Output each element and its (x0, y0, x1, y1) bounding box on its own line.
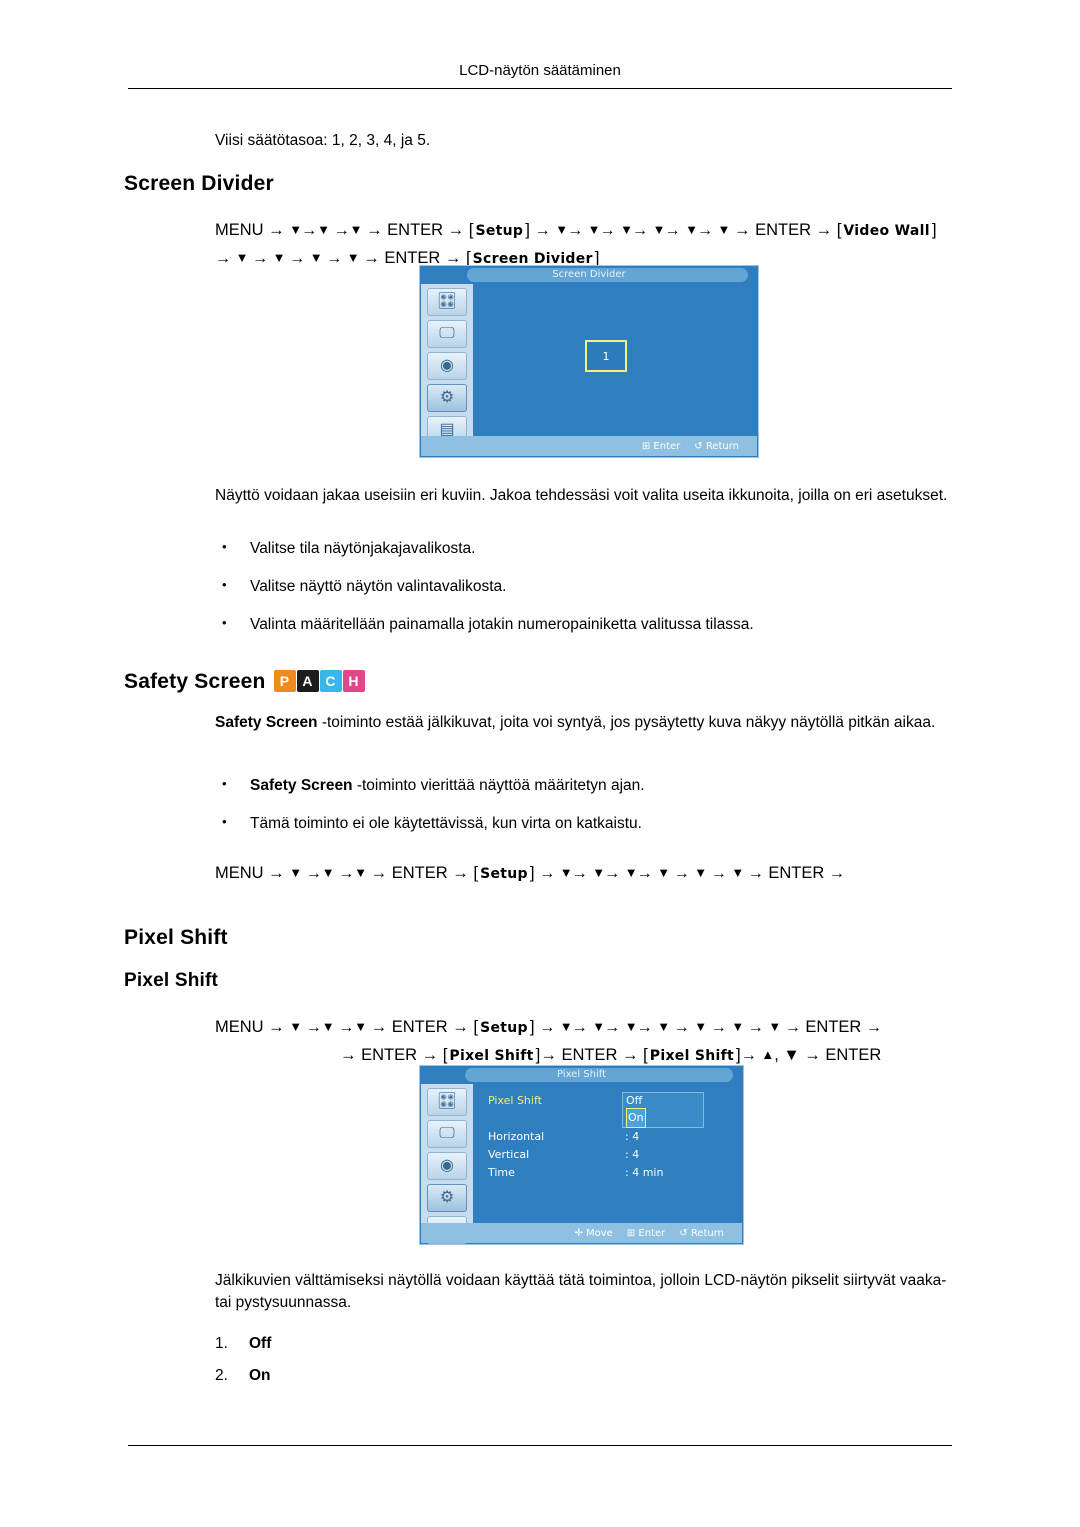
osd-row-value: : 4 (625, 1148, 640, 1161)
heading-screen-divider: Screen Divider (124, 172, 274, 195)
badge-p: P (273, 670, 296, 692)
path-text: → ENTER → (540, 1046, 639, 1064)
osd-icon-screen[interactable]: 🖵 (427, 320, 467, 348)
osd-footer-enter: ⊞ Enter (641, 440, 681, 452)
down-arrow-icon: ▼ (289, 222, 302, 237)
label-setup: Setup (475, 223, 524, 239)
picture-icon: 🎛 (436, 293, 458, 310)
monitor-icon: 🖵 (439, 325, 455, 342)
menu-path-pixel-shift-line1: MENU → ▼ →▼ →▼ → ENTER → [Setup] → ▼→ ▼→… (215, 1014, 975, 1041)
osd-option-on[interactable]: On (626, 1108, 646, 1128)
list-number: 1. (215, 1335, 228, 1352)
heading-pixel-shift: Pixel Shift (124, 926, 228, 949)
subheading-pixel-shift: Pixel Shift (124, 970, 219, 991)
badge-c: C (319, 670, 342, 692)
osd-row-time[interactable]: Time : 4 min (482, 1164, 737, 1182)
osd-title: Screen Divider (552, 269, 626, 280)
osd-row-label: Time (488, 1166, 515, 1179)
osd-footer-enter: ⊞ Enter (626, 1227, 666, 1239)
list-item: Tämä toiminto ei ole käytettävissä, kun … (215, 814, 955, 833)
osd-row-value: : 4 min (625, 1166, 664, 1179)
pixel-shift-options-list: 1. Off 2. On (215, 1335, 271, 1399)
osd-row-pixel-shift[interactable]: Pixel Shift Off On (482, 1092, 737, 1128)
list-label: Off (249, 1335, 272, 1352)
path-text: MENU → (215, 1018, 285, 1036)
gear-icon: ⚙ (439, 389, 455, 406)
osd-title: Pixel Shift (556, 1069, 607, 1080)
bullet-rest: -toiminto vierittää näyttöä määritetyn a… (356, 777, 645, 794)
osd-row-value: : 4 (625, 1130, 640, 1143)
safety-screen-body-bold: Safety Screen (215, 714, 318, 731)
page-header-title: LCD-näytön säätäminen (459, 62, 621, 79)
safety-screen-body: Safety Screen -toiminto estää jälkikuvat… (215, 712, 955, 734)
monitor-icon: 🖵 (439, 1125, 455, 1142)
osd-sidebar: 🎛 🖵 ◉ ⚙ ▤ (421, 284, 473, 456)
list-item: Valitse tila näytönjakajavalikosta. (215, 539, 955, 558)
path-text: → ENTER → (370, 864, 469, 882)
badge-h: H (342, 670, 365, 692)
osd-icon-screen[interactable]: 🖵 (427, 1120, 467, 1148)
menu-path-screen-divider-line1: MENU → ▼→▼ →▼ → ENTER → [Setup] → ▼→ ▼→ … (215, 217, 975, 244)
list-item: 2. On (215, 1367, 271, 1385)
osd-row-horizontal[interactable]: Horizontal : 4 (482, 1128, 737, 1146)
picture-icon: 🎛 (436, 1093, 458, 1110)
path-text: → ENTER → (370, 1018, 469, 1036)
screen-divider-bullets: Valitse tila näytönjakajavalikosta. Vali… (215, 539, 955, 654)
path-text: MENU → (215, 864, 285, 882)
osd-icon-setup[interactable]: ⚙ (427, 384, 467, 412)
list-number: 2. (215, 1367, 228, 1384)
osd-screenshot-pixel-shift: Pixel Shift 🎛 🖵 ◉ ⚙ ▤ Pixel Shift Off On… (419, 1065, 744, 1245)
path-text: , ▼ → ENTER (774, 1046, 882, 1064)
osd-footer: ✛ Move ⊞ Enter ↺ Return (421, 1223, 742, 1243)
osd-sidebar: 🎛 🖵 ◉ ⚙ ▤ (421, 1084, 473, 1244)
osd-icon-picture[interactable]: 🎛 (427, 1088, 467, 1116)
path-text: → ENTER → (340, 1046, 439, 1064)
osd-row-label: Horizontal (488, 1130, 545, 1143)
osd-row-label: Pixel Shift (488, 1094, 542, 1107)
heading-text: Safety Screen (124, 670, 266, 693)
osd-footer-return: ↺ Return (694, 440, 739, 452)
path-text: → ENTER → (734, 221, 833, 239)
bullet-bold: Safety Screen (250, 777, 353, 794)
footer-divider-rule (128, 1445, 952, 1446)
down-arrow-icon: ▼ (317, 222, 330, 237)
path-text: → ENTER → (366, 221, 465, 239)
list-item: Valinta määritellään painamalla jotakin … (215, 615, 955, 634)
osd-footer-return: ↺ Return (679, 1227, 724, 1239)
pach-badges: PACH (273, 668, 366, 692)
label-video-wall: Video Wall (843, 223, 930, 239)
label-setup: Setup (480, 1020, 528, 1036)
speaker-icon: ◉ (440, 357, 454, 374)
list-item: Valitse näyttö näytön valintavalikosta. (215, 577, 955, 596)
osd-icon-audio[interactable]: ◉ (427, 352, 467, 380)
osd-icon-audio[interactable]: ◉ (427, 1152, 467, 1180)
osd-icon-picture[interactable]: 🎛 (427, 288, 467, 316)
osd-menu-rows: Pixel Shift Off On Horizontal : 4 Vertic… (482, 1092, 737, 1182)
intro-text: Viisi säätötasoa: 1, 2, 3, 4, ja 5. (215, 132, 431, 149)
list-label: On (249, 1367, 271, 1384)
header-divider-rule (128, 88, 952, 89)
safety-screen-body-rest: -toiminto estää jälkikuvat, joita voi sy… (321, 714, 936, 731)
badge-a: A (296, 670, 319, 692)
list-item: Safety Screen -toiminto vierittää näyttö… (215, 776, 955, 795)
speaker-icon: ◉ (440, 1157, 454, 1174)
osd-row-vertical[interactable]: Vertical : 4 (482, 1146, 737, 1164)
document-page: LCD-näytön säätäminen Viisi säätötasoa: … (0, 0, 1080, 1527)
pixel-shift-body: Jälkikuvien välttämiseksi näytöllä voida… (215, 1272, 947, 1312)
osd-footer-move: ✛ Move (574, 1227, 613, 1239)
down-arrow-icon: ▼ (349, 222, 363, 237)
osd-footer: ⊞ Enter ↺ Return (421, 436, 757, 456)
list-item: 1. Off (215, 1335, 271, 1353)
heading-safety-screen: Safety Screen P A C H (124, 668, 366, 694)
gear-icon: ⚙ (439, 1189, 455, 1206)
osd-screenshot-screen-divider: Screen Divider 🎛 🖵 ◉ ⚙ ▤ 1 ⊞ Enter ↺ Ret… (419, 265, 759, 458)
osd-row-label: Vertical (488, 1148, 530, 1161)
divider-cell-1[interactable]: 1 (585, 340, 627, 372)
osd-icon-setup[interactable]: ⚙ (427, 1184, 467, 1212)
safety-screen-bullets: Safety Screen -toiminto vierittää näyttö… (215, 776, 955, 853)
screen-divider-body: Näyttö voidaan jakaa useisiin eri kuviin… (215, 487, 948, 504)
menu-path-safety-screen: MENU → ▼ →▼ →▼ → ENTER → [Setup] → ▼→ ▼→… (215, 860, 975, 887)
path-text: MENU → (215, 221, 285, 239)
label-setup: Setup (480, 866, 528, 882)
